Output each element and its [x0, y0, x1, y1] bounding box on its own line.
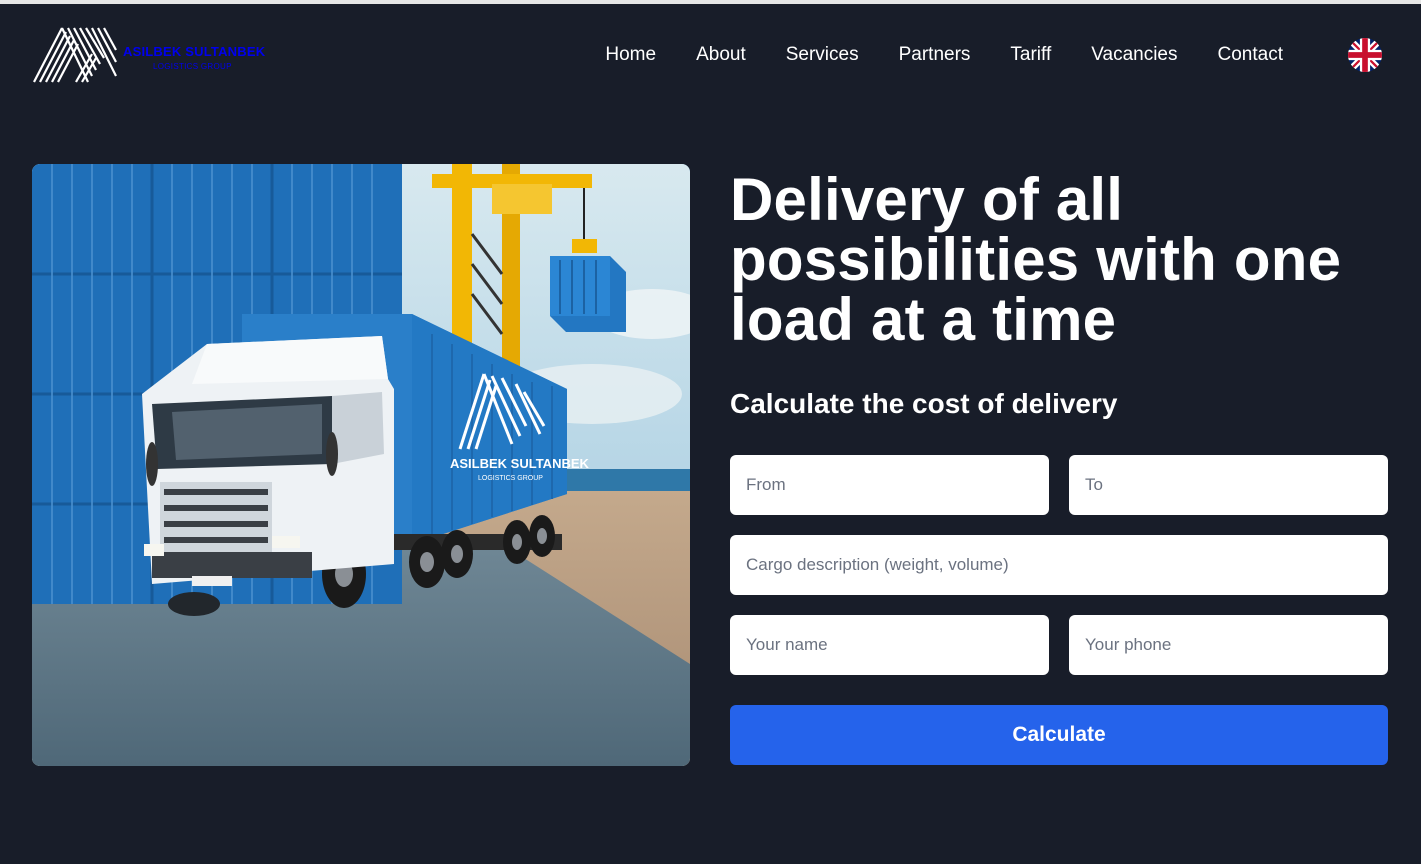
name-input[interactable]: [730, 615, 1049, 675]
trailer-brand: ASILBEK SULTANBEK: [450, 456, 590, 471]
nav-tariff[interactable]: Tariff: [990, 42, 1071, 68]
brand-logo[interactable]: ASILBEK SULTANBEK LOGISTICS GROUP: [32, 24, 272, 86]
to-input[interactable]: [1069, 455, 1388, 515]
nav-contact[interactable]: Contact: [1198, 42, 1303, 68]
brand-subtitle: LOGISTICS GROUP: [153, 62, 232, 71]
hero-image: ASILBEK SULTANBEK LOGISTICS GROUP: [32, 164, 690, 766]
hero-headline: Delivery of all possibilities with one l…: [730, 166, 1342, 353]
nav-about[interactable]: About: [676, 42, 766, 68]
main-nav: Home About Services Partners Tariff Vaca…: [585, 42, 1303, 68]
from-input[interactable]: [730, 455, 1049, 515]
calculate-button[interactable]: Calculate: [730, 705, 1388, 765]
cargo-description-input[interactable]: [730, 535, 1388, 595]
nav-vacancies[interactable]: Vacancies: [1071, 42, 1197, 68]
nav-services[interactable]: Services: [766, 42, 879, 68]
trailer-sub: LOGISTICS GROUP: [478, 475, 543, 482]
logo-mark-icon: [33, 27, 117, 83]
nav-partners[interactable]: Partners: [879, 42, 991, 68]
nav-home[interactable]: Home: [585, 42, 676, 68]
brand-name: ASILBEK SULTANBEK: [123, 44, 266, 59]
site-header: ASILBEK SULTANBEK LOGISTICS GROUP Home A…: [0, 4, 1421, 104]
phone-input[interactable]: [1069, 615, 1388, 675]
language-flag-icon[interactable]: [1348, 38, 1382, 72]
form-title: Calculate the cost of delivery: [730, 388, 1118, 419]
